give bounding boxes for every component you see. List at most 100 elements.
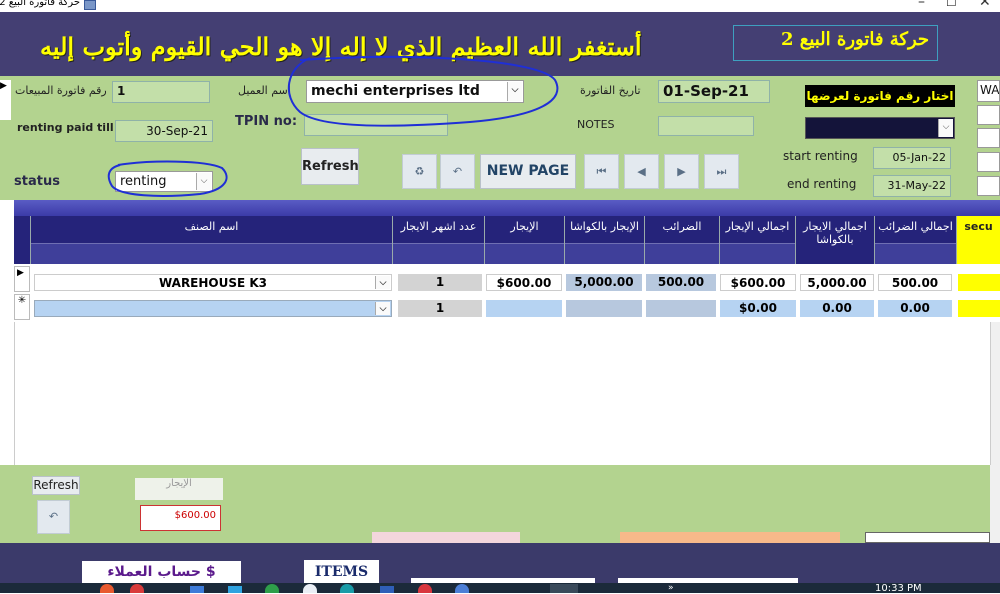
close-button[interactable]: ✕ xyxy=(979,0,991,10)
taskbar-app-icon[interactable] xyxy=(228,586,242,593)
table-row-new[interactable]: ✳ ⌵ 1 $0.00 0.00 0.00 xyxy=(14,294,1000,322)
grid-left-border xyxy=(14,322,15,465)
footer-refresh-button[interactable]: Refresh xyxy=(32,476,80,495)
grid-header: اسم الصنف عدد اشهر الايجار الإيجار الإيج… xyxy=(30,216,1000,264)
taskbar-app-icon[interactable] xyxy=(100,584,114,593)
chevron-down-icon[interactable]: ⌵ xyxy=(938,119,953,137)
footer-scrollbar[interactable] xyxy=(990,465,1000,543)
taskbar-app-icon[interactable] xyxy=(190,586,204,593)
right-partial-field[interactable]: WA xyxy=(977,80,1000,102)
new-page-button[interactable]: NEW PAGE xyxy=(480,154,576,189)
taskbar-app-icon[interactable] xyxy=(380,586,394,593)
maximize-button[interactable]: ☐ xyxy=(946,0,957,9)
row-total-rent-cell[interactable]: $0.00 xyxy=(720,300,796,317)
notes-field[interactable] xyxy=(658,116,754,136)
row-selector[interactable]: ▶ xyxy=(14,266,30,292)
tpin-label: TPIN no: xyxy=(235,114,298,129)
renting-paid-till-field[interactable]: 30-Sep-21 xyxy=(115,120,213,142)
col-header-security: secu xyxy=(956,216,1000,264)
row-rent-kwacha-cell[interactable]: 5,000.00 xyxy=(566,274,642,291)
right-partial-field-3[interactable] xyxy=(977,128,1000,148)
row-total-taxes-cell[interactable]: 0.00 xyxy=(878,300,952,317)
col-header-total-taxes: اجمالي الضرائب xyxy=(874,216,956,264)
right-partial-field-4[interactable] xyxy=(977,152,1000,172)
next-record-icon[interactable]: ▶ xyxy=(664,154,699,189)
status-label: status xyxy=(14,174,60,189)
customer-account-button[interactable]: حساب العملاء $ xyxy=(82,561,241,585)
last-record-icon[interactable]: ⏭ xyxy=(704,154,739,189)
taskbar-app-icon[interactable] xyxy=(303,584,317,593)
record-selector[interactable]: ▶ xyxy=(0,80,11,120)
footer-orange-field xyxy=(620,532,840,543)
new-row-selector[interactable]: ✳ xyxy=(14,294,30,320)
chevron-down-icon[interactable]: ⌵ xyxy=(507,82,522,101)
subform-header-band xyxy=(14,200,1000,216)
previous-record-icon[interactable]: ◀ xyxy=(624,154,659,189)
col-header-rent: الإيجار xyxy=(484,216,564,264)
row-item-cell[interactable]: WAREHOUSE K3 ⌵ xyxy=(34,274,392,291)
col-header-item: اسم الصنف xyxy=(30,216,392,264)
taskbar-app-icon[interactable] xyxy=(265,584,279,593)
col-header-total-rent-kwacha: اجمالي الايجار بالكواشا xyxy=(795,216,874,264)
delete-record-icon[interactable]: ♻ xyxy=(402,154,437,189)
undo-icon[interactable]: ↶ xyxy=(440,154,475,189)
row-item-cell[interactable]: ⌵ xyxy=(34,300,392,317)
form-title: حركة فاتورة البيع 2 xyxy=(733,25,938,61)
row-months-cell[interactable]: 1 xyxy=(398,274,482,291)
taskbar-app-icon[interactable] xyxy=(340,584,354,593)
status-combobox[interactable]: renting ⌵ xyxy=(115,171,213,192)
row-rent-cell[interactable]: $600.00 xyxy=(486,274,562,291)
chevron-down-icon[interactable]: ⌵ xyxy=(196,173,211,190)
app-icon xyxy=(84,0,96,10)
taskbar-app-icon[interactable] xyxy=(130,584,144,593)
tpin-field[interactable] xyxy=(304,114,448,136)
vertical-scrollbar[interactable] xyxy=(990,322,1000,465)
window-title: حركة فاتورة البيع 2 xyxy=(0,0,80,8)
renting-paid-till-label: renting paid till xyxy=(17,121,114,134)
refresh-button[interactable]: Refresh xyxy=(301,148,359,185)
status-value: renting xyxy=(120,174,167,189)
taskbar-active-app[interactable] xyxy=(550,584,578,593)
end-renting-field[interactable]: 31-May-22 xyxy=(873,175,951,197)
row-rent-cell[interactable] xyxy=(486,300,562,317)
col-header-rent-kwacha: الإيجار بالكواشا xyxy=(564,216,644,264)
row-months-cell[interactable]: 1 xyxy=(398,300,482,317)
right-partial-field-5[interactable] xyxy=(977,176,1000,196)
taskbar-app-icon[interactable] xyxy=(418,584,432,593)
footer-pink-field xyxy=(372,532,520,543)
customer-combobox[interactable]: mechi enterprises ltd ⌵ xyxy=(306,80,524,103)
footer-undo-icon[interactable]: ↶ xyxy=(37,500,70,534)
start-renting-field[interactable]: 05-Jan-22 xyxy=(873,147,951,169)
right-partial-field-2[interactable] xyxy=(977,105,1000,125)
col-header-total-rent: اجمالي الإيجار xyxy=(719,216,795,264)
end-renting-label: end renting xyxy=(787,177,857,191)
rent-total-field[interactable]: $600.00 xyxy=(140,505,221,531)
chevron-down-icon[interactable]: ⌵ xyxy=(375,302,390,315)
grid-header-corner xyxy=(14,216,30,264)
row-total-rent-kwacha-cell[interactable]: 0.00 xyxy=(800,300,874,317)
row-total-rent-kwacha-cell[interactable]: 5,000.00 xyxy=(800,274,874,291)
row-security-cell[interactable] xyxy=(958,274,1000,291)
taskbar-clock[interactable]: 10:33 PM xyxy=(875,584,922,594)
table-row[interactable]: ▶ WAREHOUSE K3 ⌵ 1 $600.00 5,000.00 500.… xyxy=(14,266,1000,294)
invoice-no-label: رقم فاتورة المبيعات xyxy=(15,84,107,97)
row-security-cell[interactable] xyxy=(958,300,1000,317)
row-total-rent-cell[interactable]: $600.00 xyxy=(720,274,796,291)
invoice-date-field[interactable]: 01-Sep-21 xyxy=(658,80,770,103)
taskbar-overflow-icon[interactable]: » xyxy=(668,583,674,593)
customer-value: mechi enterprises ltd xyxy=(311,83,480,99)
row-total-taxes-cell[interactable]: 500.00 xyxy=(878,274,952,291)
first-record-icon[interactable]: ⏮ xyxy=(584,154,619,189)
taskbar-app-icon[interactable] xyxy=(455,584,469,593)
footer-partial-field xyxy=(865,532,990,543)
invoice-select-combobox[interactable]: ⌵ xyxy=(805,117,955,139)
items-button[interactable]: ITEMS xyxy=(304,560,379,585)
invoice-no-field[interactable]: 1 xyxy=(112,81,210,103)
chevron-down-icon[interactable]: ⌵ xyxy=(375,276,390,289)
row-taxes-cell[interactable] xyxy=(646,300,716,317)
customer-label: اسم العميل xyxy=(238,84,291,97)
row-taxes-cell[interactable]: 500.00 xyxy=(646,274,716,291)
notes-label: NOTES xyxy=(577,118,615,131)
minimize-button[interactable]: – xyxy=(918,0,925,10)
row-rent-kwacha-cell[interactable] xyxy=(566,300,642,317)
